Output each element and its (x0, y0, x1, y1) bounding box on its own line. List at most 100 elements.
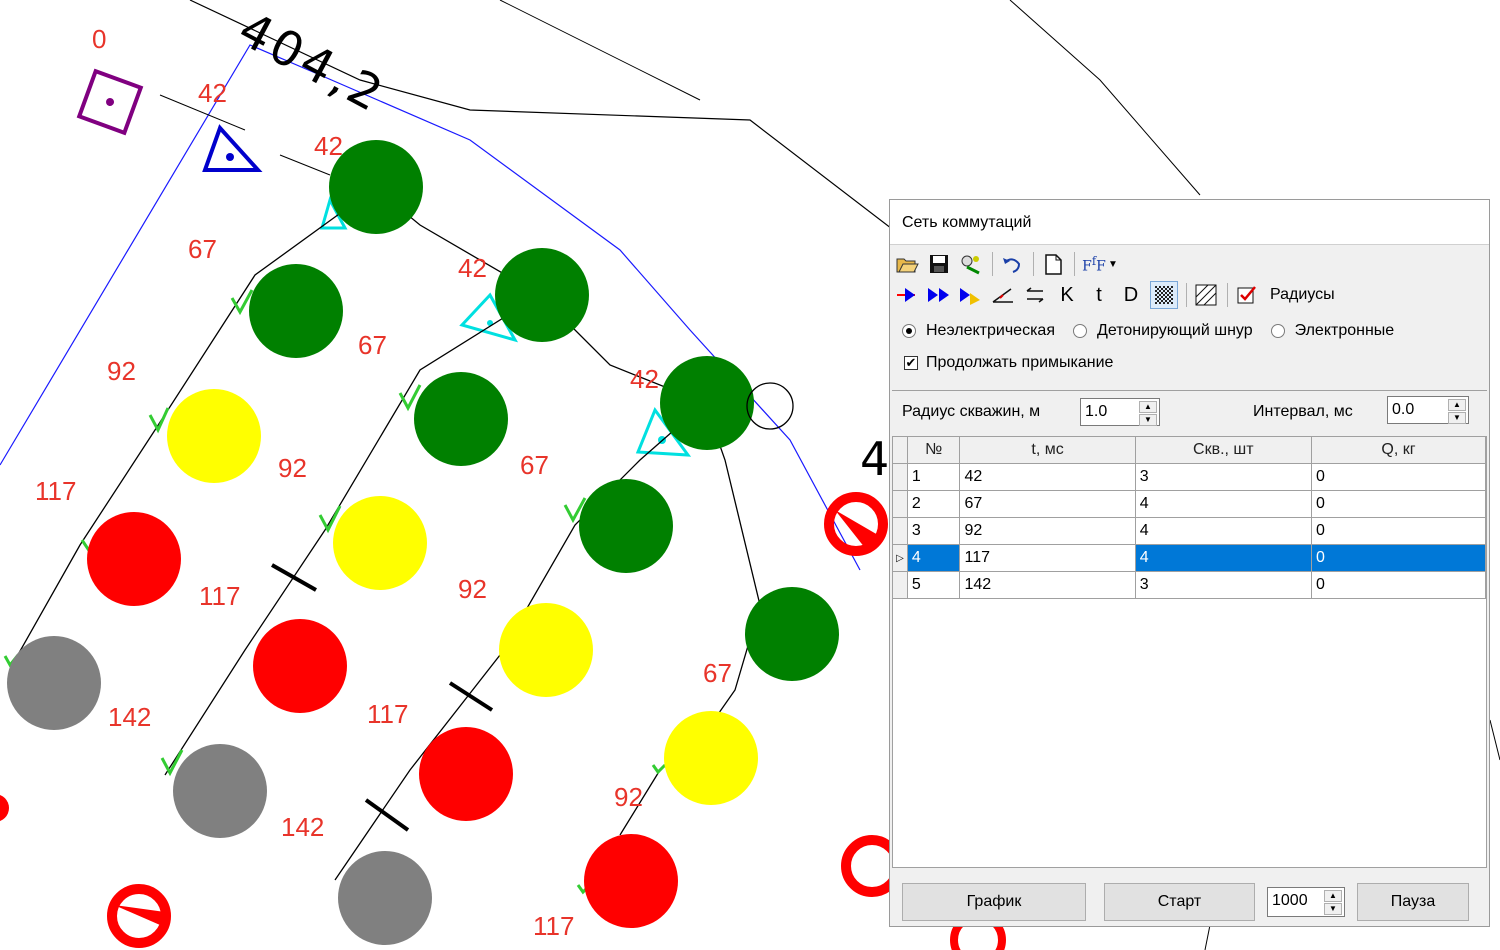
dropdown-arrow-icon[interactable]: ▼ (1107, 251, 1119, 277)
hole-red-partial (0, 794, 9, 822)
cell-holes[interactable]: 4 (1135, 490, 1312, 518)
time-label: 92 (614, 782, 643, 812)
pause-button[interactable]: Пауза (1357, 883, 1469, 921)
timing-table[interactable]: № t, мс Скв., шт Q, кг 1 42 3 0 2 67 4 0… (892, 436, 1487, 868)
hole-red (87, 512, 181, 606)
hole-red (584, 834, 678, 928)
swap-icon[interactable] (1022, 282, 1048, 308)
radio-button[interactable] (1270, 324, 1285, 338)
continue-adjacency-checkbox[interactable]: ✔ Продолжать примыкание (904, 354, 1113, 372)
radio-button[interactable] (902, 324, 916, 338)
spin-down-icon[interactable]: ▼ (1448, 412, 1466, 424)
arrow-single-icon[interactable] (894, 282, 920, 308)
header-charge[interactable]: Q, кг (1311, 437, 1487, 464)
radio-nonelectric[interactable]: Неэлектрическая (902, 322, 1055, 340)
start-button[interactable]: Старт (1104, 883, 1255, 921)
arrow-double-icon[interactable] (926, 282, 952, 308)
cell-time[interactable]: 142 (959, 571, 1136, 599)
check-icon[interactable]: ✔ (904, 356, 918, 370)
d-letter-icon[interactable]: D (1118, 282, 1144, 308)
hatch-diagonal-icon[interactable] (1193, 282, 1219, 308)
row-indicator (893, 463, 908, 491)
hole-gray (338, 851, 432, 945)
radii-label[interactable]: Радиусы (1270, 286, 1335, 304)
cell-number[interactable]: 2 (907, 490, 961, 518)
radio-detonating[interactable]: Детонирующий шнур (1073, 322, 1253, 340)
hole-green (660, 356, 754, 450)
header-number[interactable]: № (907, 437, 961, 464)
checkbox-icon[interactable] (1234, 282, 1260, 308)
angle-icon[interactable] (990, 282, 1016, 308)
cell-time[interactable]: 117 (959, 544, 1136, 572)
new-document-icon[interactable] (1040, 251, 1066, 277)
spin-up-icon[interactable]: ▲ (1448, 399, 1466, 411)
cell-charge[interactable]: 0 (1311, 463, 1487, 491)
cell-holes[interactable]: 4 (1135, 544, 1312, 572)
cell-charge[interactable]: 0 (1311, 571, 1487, 599)
cell-time[interactable]: 42 (959, 463, 1136, 491)
spin-down-icon[interactable]: ▼ (1324, 903, 1342, 915)
speed-spinner[interactable]: 1000 ▲ ▼ (1267, 887, 1345, 917)
cell-number[interactable]: 4 (907, 544, 961, 572)
radius-spinner[interactable]: 1.0 ▲ ▼ (1080, 398, 1160, 426)
hole-green (495, 248, 589, 342)
cell-charge[interactable]: 0 (1311, 490, 1487, 518)
cell-number[interactable]: 3 (907, 517, 961, 545)
row-indicator (893, 571, 908, 599)
cell-holes[interactable]: 3 (1135, 463, 1312, 491)
header-time[interactable]: t, мс (959, 437, 1136, 464)
cell-time[interactable]: 92 (959, 517, 1136, 545)
time-label: 142 (281, 812, 324, 842)
save-icon[interactable] (926, 251, 952, 277)
blue-triangle-icon (202, 124, 263, 172)
radius-value[interactable]: 1.0 (1085, 403, 1107, 421)
road-label-partial: 4 (860, 432, 889, 486)
cell-time[interactable]: 67 (959, 490, 1136, 518)
time-label: 42 (630, 364, 659, 394)
graph-button[interactable]: График (902, 883, 1086, 921)
speed-value[interactable]: 1000 (1272, 892, 1308, 910)
k-letter-icon[interactable]: K (1054, 282, 1080, 308)
t-letter-icon[interactable]: t (1086, 282, 1112, 308)
table-row[interactable]: 1 42 3 0 (893, 463, 1487, 491)
time-label: 67 (520, 450, 549, 480)
cell-holes[interactable]: 3 (1135, 571, 1312, 599)
commutation-network-panel: Сеть коммутаций FfF ▼ K t D Радиусы Неэл… (889, 199, 1490, 927)
hole-yellow (167, 389, 261, 483)
header-holes[interactable]: Скв., шт (1135, 437, 1312, 464)
spin-down-icon[interactable]: ▼ (1139, 414, 1157, 426)
time-label: 92 (107, 356, 136, 386)
table-row[interactable]: 3 92 4 0 (893, 517, 1487, 545)
interval-spinner[interactable]: 0.0 ▲ ▼ (1387, 396, 1469, 424)
cell-charge[interactable]: 0 (1311, 517, 1487, 545)
spin-up-icon[interactable]: ▲ (1324, 890, 1342, 902)
hole-yellow (333, 496, 427, 590)
cell-number[interactable]: 1 (907, 463, 961, 491)
cell-number[interactable]: 5 (907, 571, 961, 599)
time-label: 117 (199, 581, 240, 611)
open-folder-icon[interactable] (894, 251, 920, 277)
radio-label: Детонирующий шнур (1097, 322, 1253, 339)
time-label: 117 (367, 699, 408, 729)
table-row[interactable]: 5 142 3 0 (893, 571, 1487, 599)
spin-up-icon[interactable]: ▲ (1139, 401, 1157, 413)
table-row[interactable]: 2 67 4 0 (893, 490, 1487, 518)
time-label: 117 (35, 476, 76, 506)
tools-icon[interactable] (958, 251, 984, 277)
radio-electronic[interactable]: Электронные (1270, 322, 1394, 340)
radio-button[interactable] (1073, 324, 1087, 338)
cell-charge[interactable]: 0 (1311, 544, 1487, 572)
hatch-dense-icon[interactable] (1150, 281, 1178, 309)
cell-holes[interactable]: 4 (1135, 517, 1312, 545)
arrow-yellow-icon[interactable] (958, 282, 984, 308)
function-icon[interactable]: FfF (1081, 251, 1107, 277)
interval-label: Интервал, мс (1253, 403, 1353, 420)
hole-gray (173, 744, 267, 838)
red-ring-marker-icon (107, 884, 171, 948)
radio-label: Неэлектрическая (926, 322, 1055, 339)
interval-value[interactable]: 0.0 (1392, 401, 1414, 419)
table-row-selected[interactable]: ▷ 4 117 4 0 (893, 544, 1487, 572)
row-pointer-icon: ▷ (893, 544, 908, 572)
toolbar-row-1: FfF ▼ (894, 251, 1125, 277)
undo-icon[interactable] (999, 251, 1025, 277)
